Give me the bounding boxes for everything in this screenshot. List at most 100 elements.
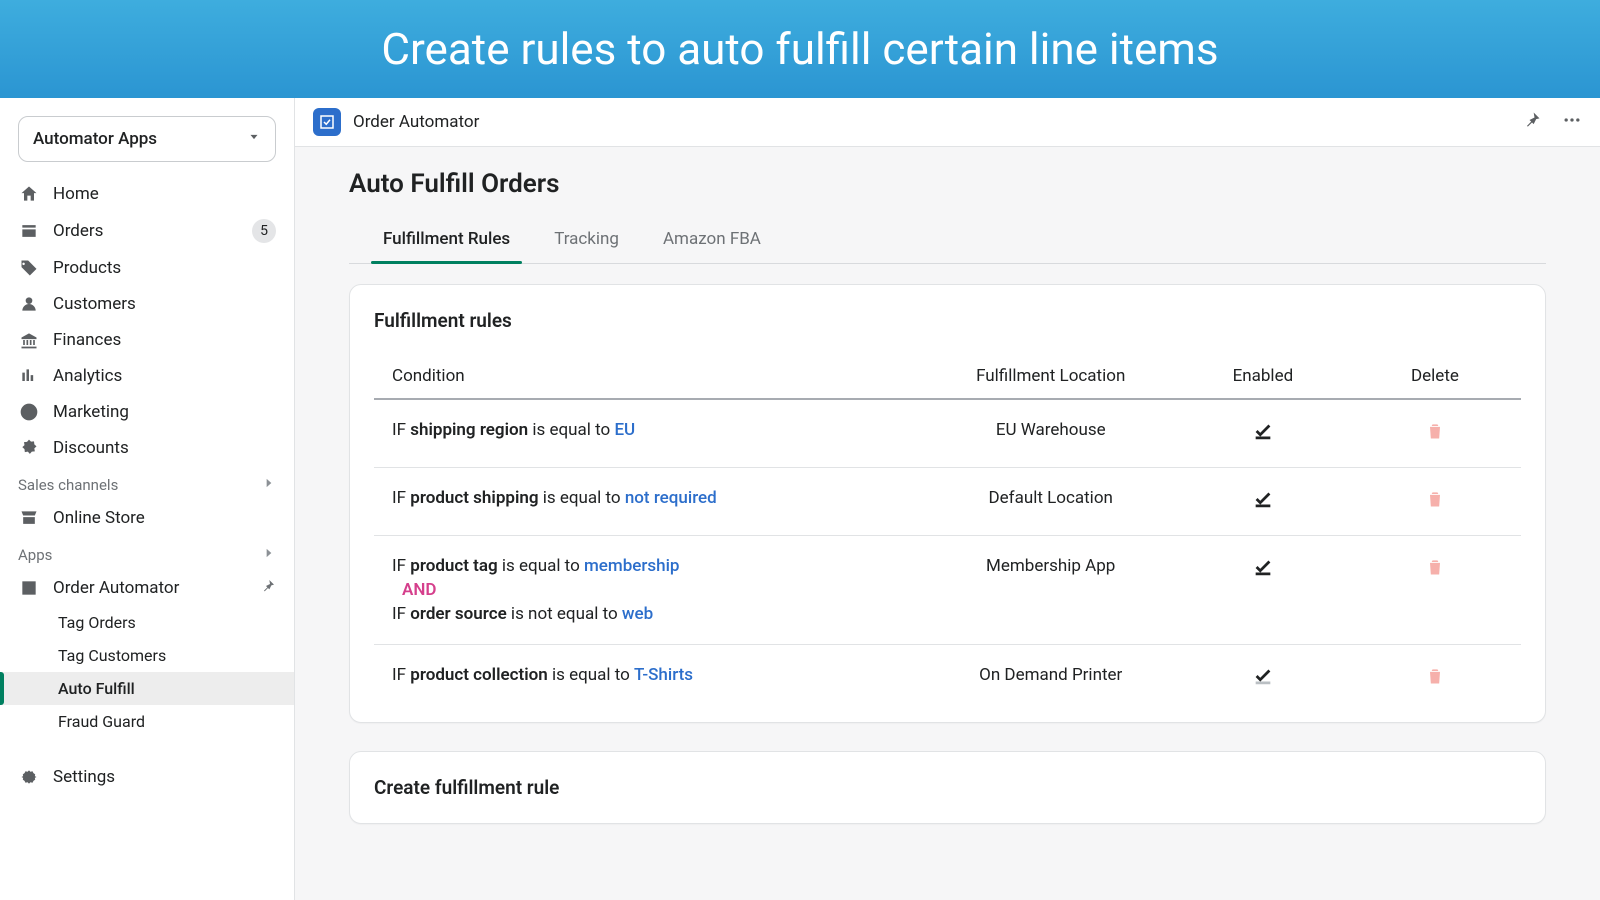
home-icon [18, 183, 40, 205]
sidebar-item-label: Tag Customers [58, 646, 166, 665]
sidebar-subitem-fraud-guard[interactable]: Fraud Guard [0, 705, 294, 738]
store-icon [18, 507, 40, 529]
delete-button[interactable] [1425, 427, 1445, 447]
app-icon [18, 577, 40, 599]
sidebar-subitem-auto-fulfill[interactable]: Auto Fulfill [0, 672, 294, 705]
table-row: IF product shipping is equal to not requ… [374, 468, 1521, 536]
condition-clause: IF product collection is equal to T-Shir… [392, 665, 907, 685]
cell-delete [1349, 536, 1521, 645]
cell-enabled [1177, 536, 1349, 645]
enabled-toggle[interactable] [1252, 427, 1274, 447]
cell-enabled [1177, 468, 1349, 536]
sidebar-item-customers[interactable]: Customers [0, 286, 294, 322]
primary-nav: Home Orders5 Products Customers Finances Anal… [0, 176, 294, 900]
cell-delete [1349, 645, 1521, 713]
chevron-right-icon [262, 546, 276, 564]
sidebar-item-label: Customers [53, 294, 136, 314]
condition-clause: IF product tag is equal to membership [392, 556, 907, 576]
sidebar-item-marketing[interactable]: Marketing [0, 394, 294, 430]
sidebar-item-label: Order Automator [53, 578, 179, 598]
cell-condition: IF shipping region is equal to EU [374, 399, 925, 468]
apps-section[interactable]: Apps [0, 536, 294, 570]
enabled-toggle[interactable] [1252, 672, 1274, 692]
app-topbar: Order Automator [295, 98, 1600, 147]
sidebar-item-finances[interactable]: Finances [0, 322, 294, 358]
sidebar: Automator Apps Home Orders5 Products Custom… [0, 98, 295, 900]
enabled-toggle[interactable] [1252, 563, 1274, 583]
sidebar-item-label: Online Store [53, 508, 145, 528]
tab-fulfillment-rules[interactable]: Fulfillment Rules [383, 217, 510, 263]
col-enabled: Enabled [1177, 354, 1349, 399]
gear-icon [18, 766, 40, 788]
sidebar-item-settings[interactable]: Settings [0, 758, 294, 796]
cell-condition: IF product collection is equal to T-Shir… [374, 645, 925, 713]
sidebar-item-analytics[interactable]: Analytics [0, 358, 294, 394]
sidebar-item-order-automator[interactable]: Order Automator [0, 570, 294, 606]
rules-table: Condition Fulfillment Location Enabled D… [374, 354, 1521, 712]
sidebar-subitem-tag-orders[interactable]: Tag Orders [0, 606, 294, 639]
sidebar-item-products[interactable]: Products [0, 250, 294, 286]
more-button[interactable] [1562, 110, 1582, 134]
rules-card-title: Fulfillment rules [374, 309, 1521, 332]
store-selector[interactable]: Automator Apps [18, 116, 276, 162]
sidebar-item-home[interactable]: Home [0, 176, 294, 212]
cell-enabled [1177, 399, 1349, 468]
table-row: IF product tag is equal to membership AND… [374, 536, 1521, 645]
store-selector-label: Automator Apps [33, 129, 157, 149]
cell-location: EU Warehouse [925, 399, 1177, 468]
app-title: Order Automator [353, 112, 479, 132]
cell-location: Membership App [925, 536, 1177, 645]
bank-icon [18, 329, 40, 351]
pin-icon [260, 578, 276, 599]
pin-button[interactable] [1522, 110, 1542, 134]
banner-headline: Create rules to auto fulfill certain lin… [381, 23, 1218, 75]
discount-icon [18, 437, 40, 459]
badge: 5 [252, 219, 276, 243]
condition-clause: IF shipping region is equal to EU [392, 420, 907, 440]
tag-icon [18, 257, 40, 279]
tab-tracking[interactable]: Tracking [554, 217, 619, 263]
main: Order Automator Auto Fulfill Orders Fulf… [295, 98, 1600, 900]
sidebar-item-label: Marketing [53, 402, 129, 422]
sidebar-item-label: Analytics [53, 366, 122, 386]
chevron-right-icon [262, 476, 276, 494]
sidebar-item-label: Tag Orders [58, 613, 136, 632]
create-card-title: Create fulfillment rule [374, 776, 1521, 799]
sales-channels-section[interactable]: Sales channels [0, 466, 294, 500]
delete-button[interactable] [1425, 495, 1445, 515]
cell-condition: IF product tag is equal to membership AND… [374, 536, 925, 645]
create-rule-card: Create fulfillment rule [349, 751, 1546, 824]
table-row: IF shipping region is equal to EU EU Ware… [374, 399, 1521, 468]
table-row: IF product collection is equal to T-Shir… [374, 645, 1521, 713]
sidebar-item-label: Fraud Guard [58, 712, 145, 731]
sidebar-item-online-store[interactable]: Online Store [0, 500, 294, 536]
delete-button[interactable] [1425, 563, 1445, 583]
marketing-banner: Create rules to auto fulfill certain lin… [0, 0, 1600, 98]
sidebar-item-label: Home [53, 184, 99, 204]
orders-icon [18, 220, 40, 242]
col-location: Fulfillment Location [925, 354, 1177, 399]
cell-location: Default Location [925, 468, 1177, 536]
page-content: Auto Fulfill Orders Fulfillment Rules Tra… [295, 147, 1600, 900]
sidebar-item-label: Products [53, 258, 121, 278]
tabs: Fulfillment Rules Tracking Amazon FBA [349, 217, 1546, 264]
enabled-toggle[interactable] [1252, 495, 1274, 515]
tab-amazon-fba[interactable]: Amazon FBA [663, 217, 761, 263]
target-icon [18, 401, 40, 423]
sidebar-item-orders[interactable]: Orders5 [0, 212, 294, 250]
delete-button[interactable] [1425, 672, 1445, 692]
sidebar-item-discounts[interactable]: Discounts [0, 430, 294, 466]
page-title: Auto Fulfill Orders [349, 169, 1546, 199]
rules-card: Fulfillment rules Condition Fulfillment … [349, 284, 1546, 723]
caret-down-icon [247, 129, 261, 149]
user-icon [18, 293, 40, 315]
app-icon [313, 108, 341, 136]
sidebar-item-label: Auto Fulfill [58, 679, 135, 698]
sidebar-item-label: Settings [53, 767, 115, 787]
condition-join: AND [402, 580, 907, 600]
cell-condition: IF product shipping is equal to not requ… [374, 468, 925, 536]
cell-location: On Demand Printer [925, 645, 1177, 713]
cell-delete [1349, 399, 1521, 468]
sidebar-item-label: Discounts [53, 438, 129, 458]
sidebar-subitem-tag-customers[interactable]: Tag Customers [0, 639, 294, 672]
